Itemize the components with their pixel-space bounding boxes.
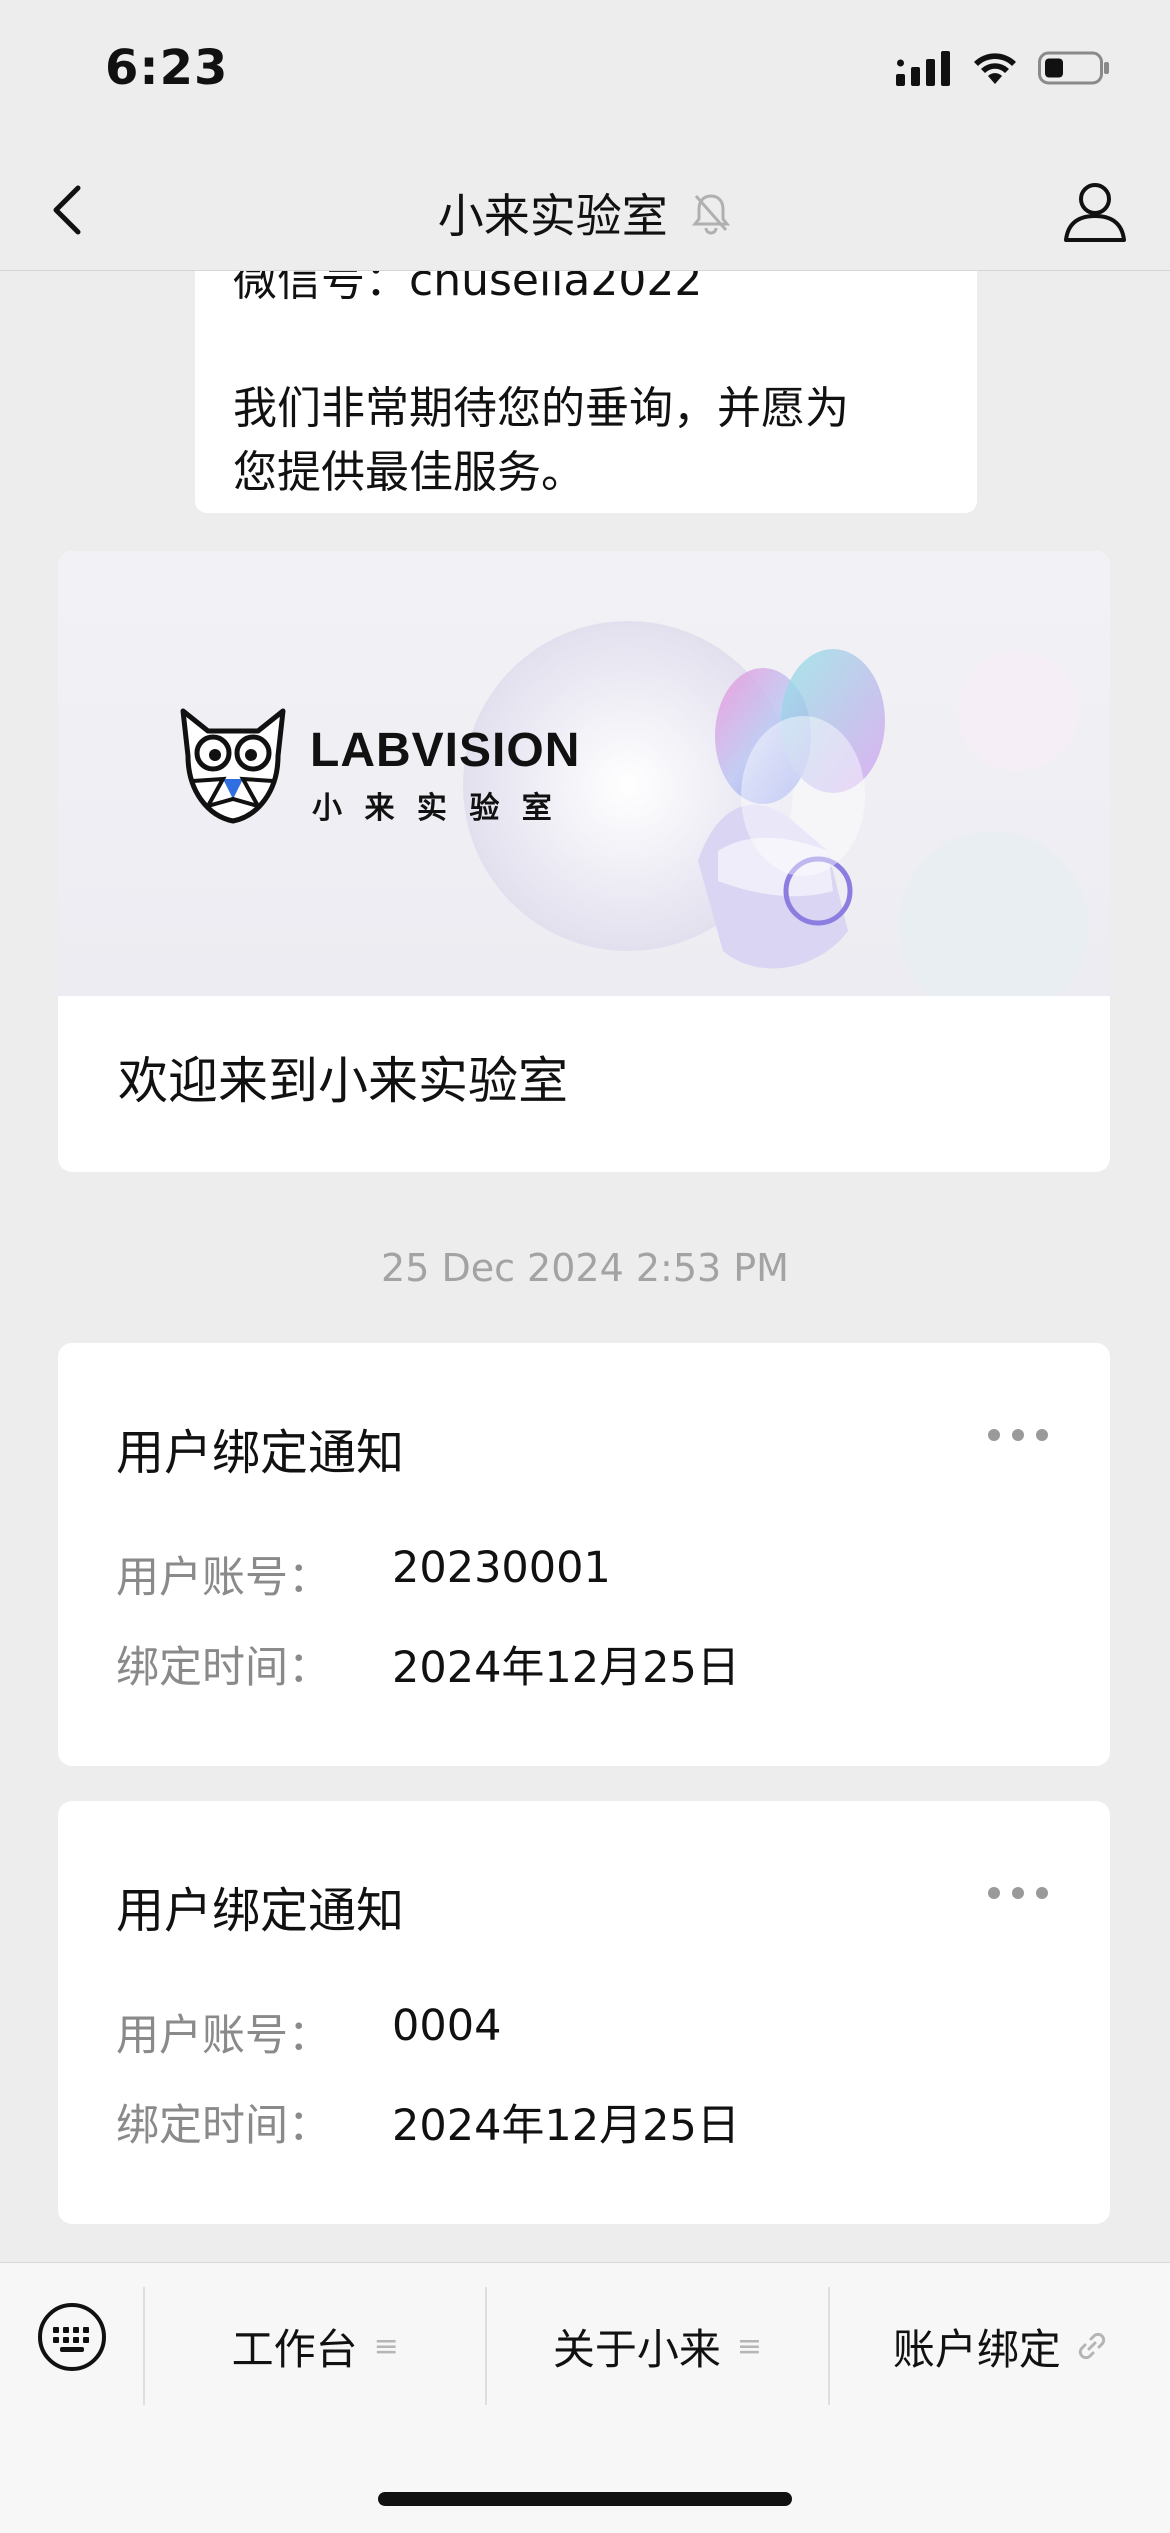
page-title: 小来实验室 — [437, 189, 668, 243]
time-label: 绑定时间： — [116, 1643, 331, 1693]
signal-icon — [896, 51, 950, 86]
profile-icon[interactable] — [1060, 176, 1130, 246]
notice-title: 用户绑定通知 — [116, 1883, 405, 1939]
battery-icon — [1038, 51, 1109, 85]
list-icon: ≡ — [736, 2328, 763, 2364]
menu-item-account-binding[interactable]: 账户绑定 — [827, 2287, 1170, 2405]
account-value: 20230001 — [392, 1543, 611, 1593]
more-options-icon[interactable] — [988, 1887, 1048, 1899]
message-timestamp: 25 Dec 2024 2:53 PM — [381, 1246, 789, 1290]
nav-bar: 小来实验室 — [0, 150, 1170, 271]
menu-label: 账户绑定 — [892, 2324, 1061, 2374]
brand-name-cn: 小 来 实 验 室 — [312, 791, 558, 826]
account-label: 用户账号： — [116, 2011, 331, 2061]
menu-label: 关于小来 — [552, 2324, 721, 2374]
menu-item-about[interactable]: 关于小来 ≡ — [485, 2287, 827, 2405]
notice-time-row: 绑定时间： 2024年12月25日 — [116, 2091, 740, 2153]
account-value: 0004 — [392, 2001, 502, 2051]
menu-tabs: 工作台 ≡ 关于小来 ≡ 账户绑定 — [143, 2287, 1170, 2405]
keyboard-toggle-icon[interactable] — [36, 2301, 108, 2373]
welcome-title: 欢迎来到小来实验室 — [118, 1052, 568, 1110]
muted-bell-icon — [692, 194, 731, 235]
notice-title: 用户绑定通知 — [116, 1425, 405, 1481]
menu-item-workbench[interactable]: 工作台 ≡ — [143, 2287, 485, 2405]
list-icon: ≡ — [373, 2328, 399, 2364]
notice-account-row: 用户账号： 0004 — [116, 2001, 501, 2063]
time-value: 2024年12月25日 — [392, 1643, 740, 1693]
message-line-1: 我们非常期待您的垂询，并愿为 — [233, 383, 849, 434]
menu-label: 工作台 — [231, 2324, 358, 2374]
status-time: 6:23 — [105, 40, 229, 96]
owl-logo-icon — [180, 708, 286, 824]
notice-account-row: 用户账号： 20230001 — [116, 1543, 611, 1605]
time-value: 2024年12月25日 — [392, 2101, 740, 2151]
status-bar: 6:23 — [0, 0, 1170, 150]
message-line-2: 您提供最佳服务。 — [233, 447, 585, 498]
status-icons — [896, 50, 1110, 86]
account-label: 用户账号： — [116, 1553, 331, 1603]
brand-name: LABVISION — [310, 724, 581, 777]
link-icon — [1078, 2332, 1105, 2360]
message-bubble: 微信号：chuseila2022 我们非常期待您的垂询，并愿为 您提供最佳服务。 — [195, 271, 977, 513]
chat-area[interactable]: 微信号：chuseila2022 我们非常期待您的垂询，并愿为 您提供最佳服务。 — [0, 271, 1170, 2261]
binding-notice-card[interactable]: 用户绑定通知 用户账号： 20230001 绑定时间： 2024年12月25日 — [58, 1343, 1110, 1766]
more-options-icon[interactable] — [988, 1429, 1048, 1441]
message-partial-line: 微信号：chuseila2022 — [233, 271, 703, 306]
welcome-card[interactable]: LABVISION 小 来 实 验 室 欢迎来到小来实验室 — [58, 551, 1110, 1172]
wifi-icon — [974, 53, 1016, 84]
home-indicator[interactable] — [378, 2492, 792, 2506]
nav-title-group: 小来实验室 — [0, 180, 1170, 246]
welcome-banner: LABVISION 小 来 实 验 室 — [58, 551, 1110, 996]
time-label: 绑定时间： — [116, 2101, 331, 2151]
binding-notice-card[interactable]: 用户绑定通知 用户账号： 0004 绑定时间： 2024年12月25日 — [58, 1801, 1110, 2224]
notice-time-row: 绑定时间： 2024年12月25日 — [116, 1633, 740, 1695]
